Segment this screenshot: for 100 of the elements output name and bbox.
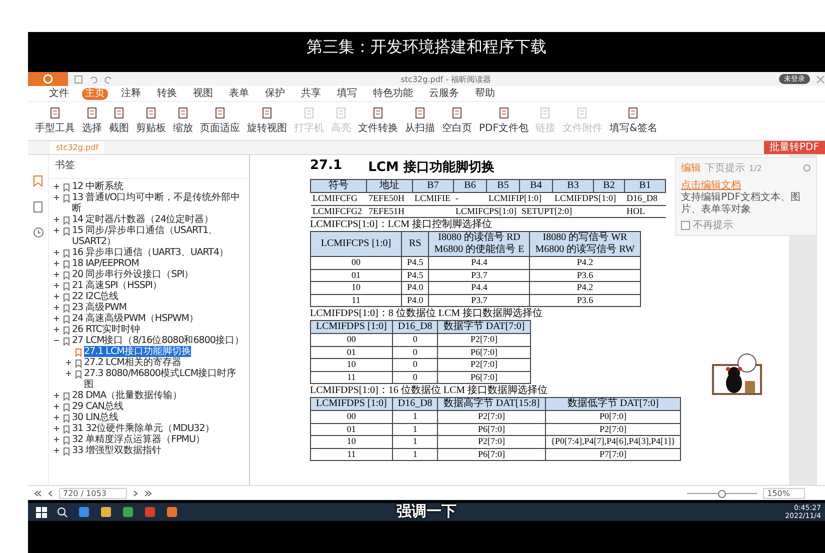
bookmark-item[interactable]: 18 IAP/EEPROM [72, 258, 139, 269]
menu-tab[interactable]: 帮助 [472, 88, 498, 100]
table-header: 数据字节 DAT[7:0] [438, 320, 530, 334]
save-icon[interactable] [74, 74, 83, 84]
bookmark-item[interactable]: 30 LIN总线 [72, 412, 118, 423]
taskbar-app-icon[interactable] [122, 506, 134, 518]
ribbon-button[interactable]: 缩放 [170, 106, 196, 136]
search-icon[interactable] [57, 506, 68, 518]
clock-icon[interactable] [32, 227, 44, 238]
undo-icon[interactable] [89, 74, 98, 84]
bookmark-item[interactable]: 20 同步串行外设接口（SPI） [72, 269, 194, 280]
ribbon-button[interactable]: 截图 [106, 106, 132, 136]
expander-icon[interactable] [53, 293, 61, 301]
zoom-field[interactable]: 150% [763, 488, 805, 498]
expander-icon[interactable] [53, 271, 61, 279]
ribbon-button[interactable]: 空白页 [439, 106, 475, 136]
menu-tab[interactable]: 保护 [262, 88, 288, 100]
ribbon-button[interactable]: 文件转换 [355, 106, 401, 136]
checkbox[interactable] [681, 220, 690, 230]
expander-icon[interactable] [53, 194, 61, 202]
bookmark-item[interactable]: 14 定时器/计数器（24位定时器） [72, 214, 214, 225]
table-cell: P4.0 [402, 294, 429, 306]
expander-icon[interactable] [53, 227, 61, 235]
menu-tab[interactable]: 表单 [226, 88, 252, 100]
bookmark-item[interactable]: 13 普通I/O口均可中断，不是传统外部中断 [72, 192, 245, 214]
ribbon-button[interactable]: 页面适应 [197, 106, 243, 136]
expander-icon[interactable] [53, 447, 61, 455]
table-cell: P3.6 [530, 269, 640, 282]
bookmark-item[interactable]: 15 同步/异步串口通信（USART1、USART2） [72, 225, 245, 247]
table-cell: 0 [392, 334, 438, 346]
panel-title: 书签 [49, 155, 249, 179]
expander-icon[interactable] [53, 260, 61, 268]
bookmark-item[interactable]: 16 异步串口通信（UART3、UART4） [72, 247, 229, 258]
page-icon[interactable] [33, 201, 43, 213]
ribbon-button[interactable]: 旋转视图 [244, 106, 290, 136]
expander-icon[interactable] [53, 326, 61, 334]
close-icon[interactable] [816, 74, 825, 84]
ribbon-button[interactable]: 选择 [79, 106, 105, 136]
menu-tab[interactable]: 转换 [154, 88, 180, 100]
table-header: 符号 [310, 180, 366, 192]
redo-icon[interactable] [104, 74, 113, 84]
bookmark-item[interactable]: 27.3 8080/M6800模式LCM接口时序图 [84, 368, 245, 390]
taskbar-app-icon[interactable] [166, 506, 178, 518]
taskbar-app-icon[interactable] [144, 506, 156, 518]
menu-tab[interactable]: 填写 [334, 88, 360, 100]
bookmark-item[interactable]: 28 DMA（批量数据传输） [72, 390, 182, 401]
ribbon-button[interactable]: 从扫描 [402, 106, 438, 136]
bookmark-icon[interactable] [33, 175, 43, 187]
table-cell: HOL [626, 206, 645, 216]
taskbar-app-icon[interactable] [78, 506, 90, 518]
expander-icon[interactable] [53, 425, 61, 433]
table-cell: 0 [392, 358, 438, 371]
bookmark-item[interactable]: 27 LCM接口（8/16位8080和6800接口） [72, 335, 244, 346]
table-cell: 11 [310, 448, 392, 460]
expander-icon[interactable] [53, 216, 61, 224]
bookmark-item[interactable]: 24 高速高级PWM（HSPWM） [72, 313, 198, 324]
zoom-slider-thumb[interactable] [718, 490, 726, 498]
bookmark-item[interactable]: 29 CAN总线 [72, 401, 124, 412]
bookmark-item[interactable]: 26 RTC实时时钟 [72, 324, 140, 335]
bookmark-item[interactable]: 23 高级PWM [72, 302, 126, 313]
batch-convert-button[interactable]: 批量转PDF [764, 141, 825, 154]
next-page-icon[interactable] [133, 490, 138, 496]
expander-icon[interactable] [53, 414, 61, 422]
expander-icon[interactable] [53, 315, 61, 323]
ribbon-button[interactable]: 填写&签名 [606, 106, 660, 136]
menu-tab[interactable]: 文件 [46, 88, 72, 100]
menu-tab[interactable]: 视图 [190, 88, 216, 100]
menu-tab[interactable]: 共享 [298, 88, 324, 100]
expander-icon[interactable] [53, 392, 61, 400]
expander-icon[interactable] [53, 436, 61, 444]
bookmark-item[interactable]: 33 增强型双数据指针 [72, 445, 162, 456]
last-page-icon[interactable] [144, 490, 152, 496]
bookmark-item[interactable]: 32 单精度浮点运算器（FPMU） [72, 434, 205, 445]
bookmark-item[interactable]: 31 32位硬件乘除单元（MDU32） [72, 423, 214, 434]
start-icon[interactable] [36, 506, 47, 518]
table-cell: LCMIFDPS[1:0] [554, 193, 616, 203]
taskbar-app-icon[interactable] [100, 506, 112, 518]
expander-icon[interactable] [53, 249, 61, 257]
menu-tab[interactable]: 注释 [118, 88, 144, 100]
menu-tab[interactable]: 云服务 [426, 88, 462, 100]
expander-icon[interactable] [65, 359, 73, 367]
bookmark-item[interactable]: 27.2 LCM相关的寄存器 [84, 357, 182, 368]
expander-icon[interactable] [65, 370, 73, 378]
document-icon [335, 107, 347, 119]
previous-page-icon[interactable] [48, 490, 53, 496]
ribbon-button[interactable]: 手型工具 [32, 106, 78, 136]
bookmark-item[interactable]: 27.1 LCM接口功能脚切换 [84, 346, 191, 357]
expander-icon[interactable] [53, 304, 61, 312]
menu-tab[interactable]: 特色功能 [370, 88, 416, 100]
ribbon-button[interactable]: PDF文件包 [476, 106, 532, 136]
bookmark-item[interactable]: 22 I2C总线 [72, 291, 119, 302]
settings-icon[interactable] [803, 164, 811, 172]
bookmark-item[interactable]: 12 中断系统 [72, 181, 124, 192]
expander-icon[interactable] [53, 403, 61, 411]
first-page-icon[interactable] [34, 490, 42, 496]
bookmark-item[interactable]: 21 高速SPI（HSSPI） [72, 280, 162, 291]
expander-icon[interactable] [53, 183, 61, 191]
expander-icon[interactable] [53, 282, 61, 290]
ribbon-button[interactable]: 剪贴板 [133, 106, 169, 136]
page-number-field[interactable]: 720 / 1053 [59, 488, 128, 498]
